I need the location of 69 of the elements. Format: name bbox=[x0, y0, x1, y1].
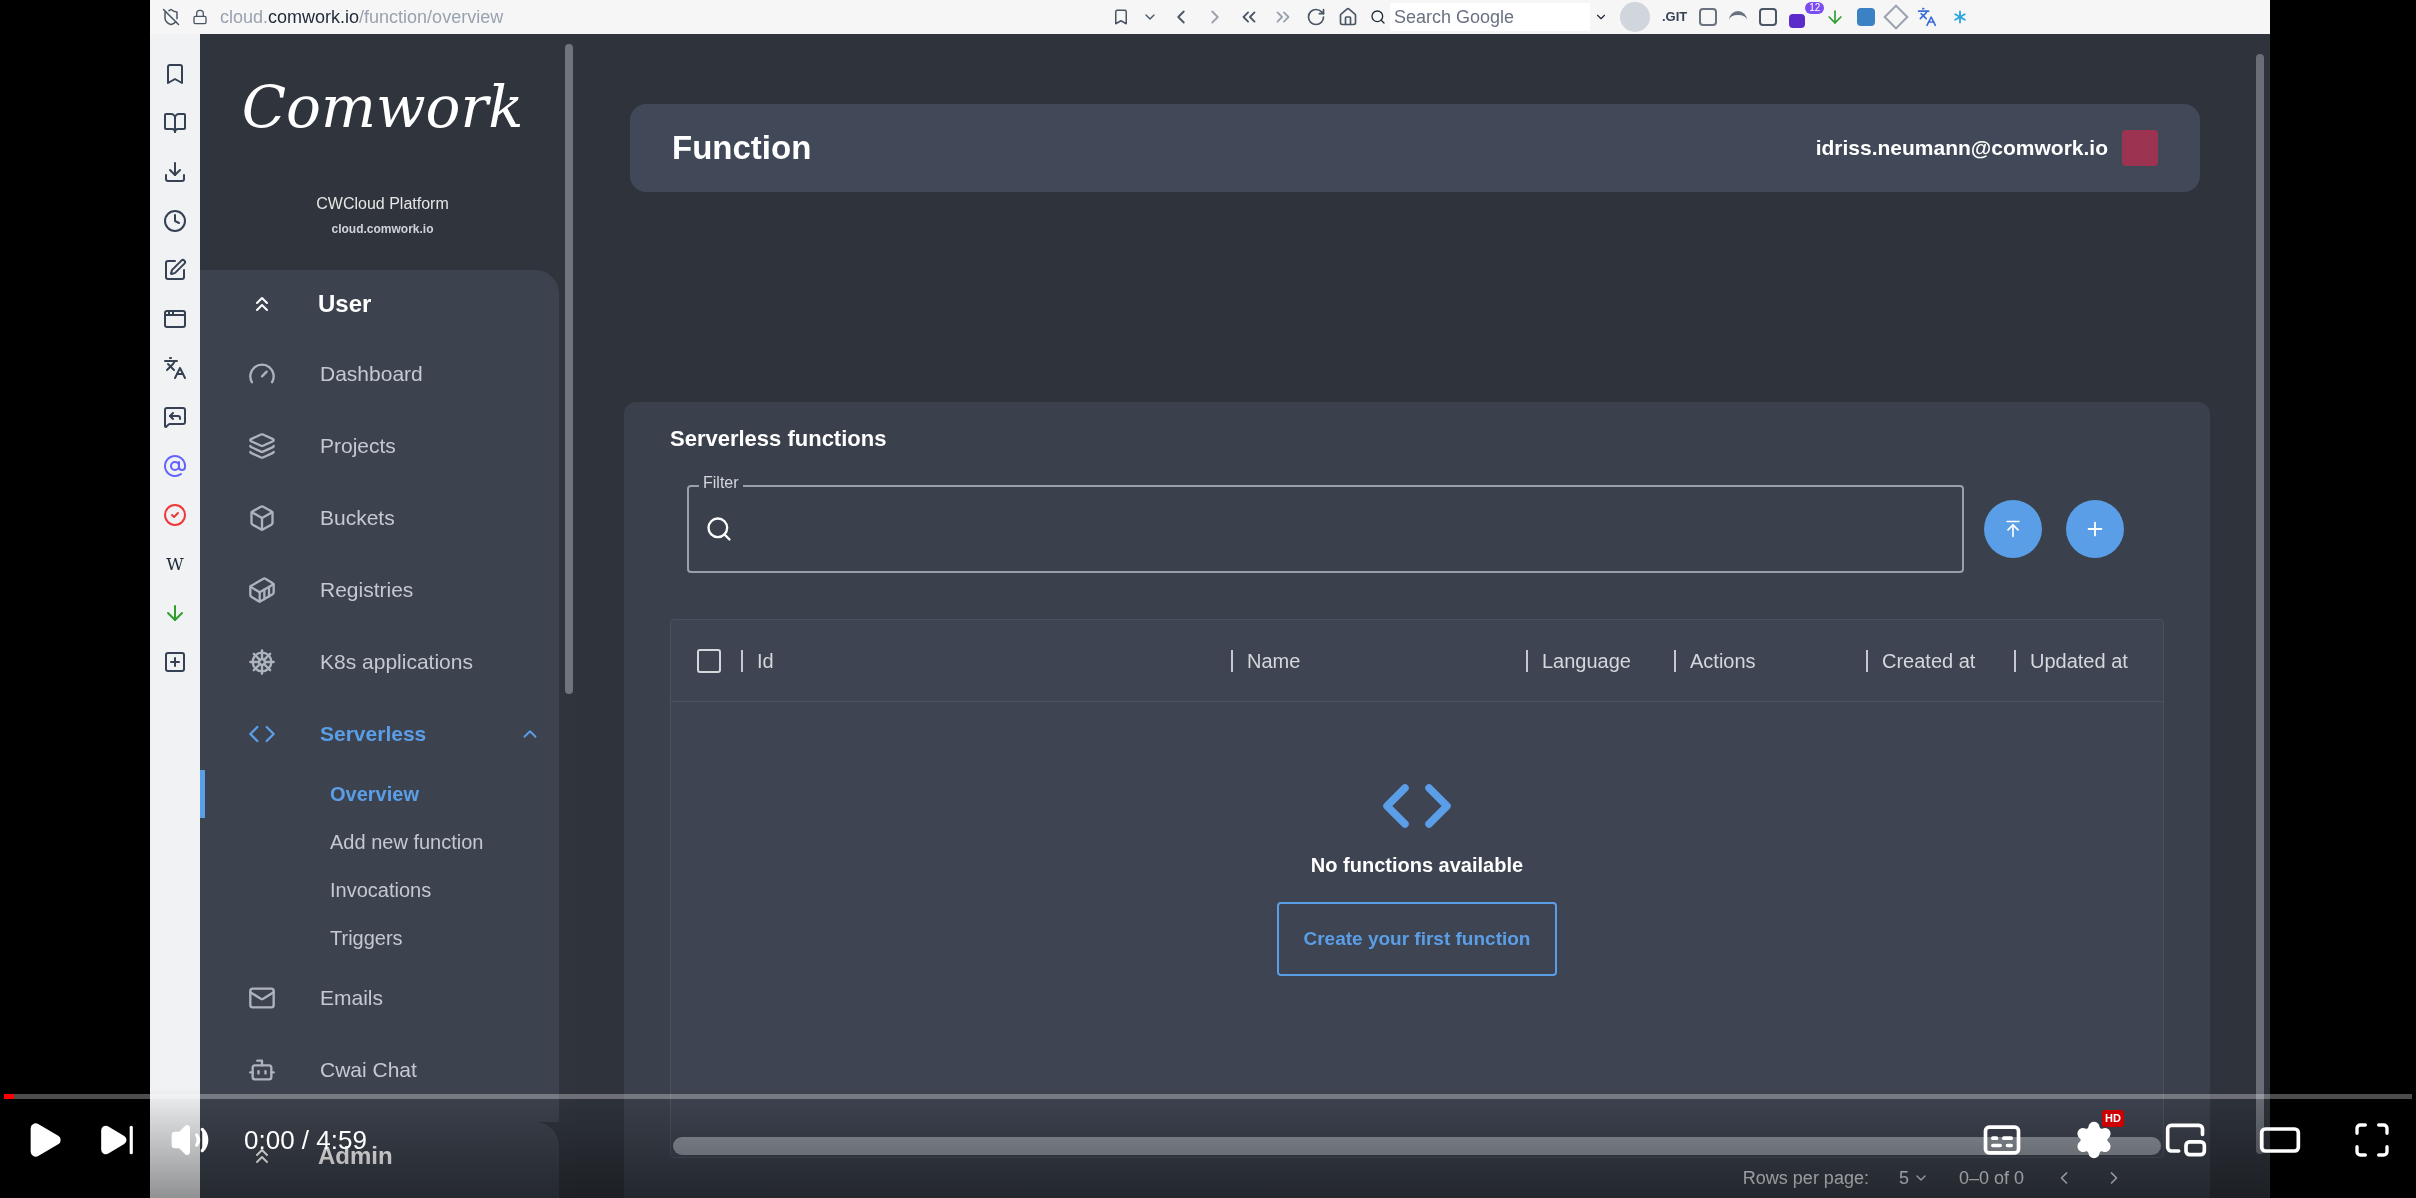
chat-icon[interactable] bbox=[163, 405, 187, 429]
column-header[interactable]: Name bbox=[1247, 645, 1301, 676]
column-header[interactable]: Id bbox=[757, 645, 774, 676]
user-email: idriss.neumann@comwork.io bbox=[1815, 135, 2108, 162]
clock-icon[interactable] bbox=[163, 209, 187, 233]
download-icon[interactable] bbox=[163, 160, 187, 184]
import-button[interactable] bbox=[1984, 500, 2042, 558]
translate-icon[interactable] bbox=[1917, 7, 1938, 27]
pagination-range: 0–0 of 0 bbox=[1958, 1166, 2024, 1190]
rows-per-page-label: Rows per page: bbox=[1742, 1166, 1869, 1190]
extension-badge: 12 bbox=[1805, 2, 1825, 14]
nav-item[interactable]: K8s applications bbox=[200, 626, 559, 698]
add-icon[interactable] bbox=[163, 650, 187, 674]
extension-icon[interactable] bbox=[1857, 8, 1876, 26]
layers-icon bbox=[248, 432, 276, 460]
translate-icon[interactable] bbox=[163, 356, 187, 380]
search-field[interactable]: Search Google bbox=[1390, 3, 1590, 31]
nav-item[interactable]: Dashboard bbox=[200, 338, 559, 410]
select-all-checkbox[interactable] bbox=[697, 648, 721, 673]
platform-name: CWCloud Platform bbox=[316, 194, 449, 214]
rows-per-page-select[interactable]: 5 bbox=[1898, 1164, 1929, 1192]
column-header[interactable]: Language bbox=[1542, 645, 1631, 676]
search-icon bbox=[705, 515, 733, 543]
nav-subitem[interactable]: Triggers bbox=[330, 923, 403, 953]
card-title: Serverless functions bbox=[670, 425, 888, 453]
settings-icon[interactable] bbox=[2074, 1120, 2114, 1160]
column-header[interactable]: Updated at bbox=[2030, 645, 2128, 676]
empty-message: No functions available bbox=[1310, 853, 1524, 878]
nav-item[interactable]: Projects bbox=[200, 410, 559, 482]
extension-icon[interactable] bbox=[1759, 8, 1778, 26]
nav-item[interactable]: Registries bbox=[200, 554, 559, 626]
shield-icon[interactable] bbox=[162, 8, 180, 26]
book-icon[interactable] bbox=[163, 111, 187, 135]
video-progress-track[interactable] bbox=[4, 1094, 2412, 1099]
nav-subitem[interactable]: Add new function bbox=[330, 827, 484, 857]
logo: Comwork bbox=[241, 78, 524, 136]
add-button[interactable] bbox=[2066, 500, 2124, 558]
hd-badge: HD bbox=[2102, 1110, 2124, 1127]
nav-subitem[interactable]: Overview bbox=[330, 779, 419, 809]
extension-icon[interactable] bbox=[1699, 8, 1718, 26]
fullscreen-icon[interactable] bbox=[2352, 1120, 2392, 1160]
wheel-icon bbox=[248, 648, 276, 676]
page-title: Function bbox=[672, 128, 812, 169]
nav-item[interactable]: Cwai Chat bbox=[200, 1034, 559, 1106]
mastodon-icon[interactable] bbox=[163, 454, 187, 478]
address-bar-url[interactable]: cloud.comwork.io/function/overview bbox=[220, 3, 1100, 31]
cube-icon bbox=[248, 504, 276, 532]
reload-icon[interactable] bbox=[1306, 7, 1326, 27]
nav-subitem[interactable]: Invocations bbox=[330, 875, 432, 905]
vivaldi-icon[interactable] bbox=[163, 503, 187, 527]
lock-icon bbox=[192, 9, 208, 25]
create-function-button[interactable]: Create your first function bbox=[1277, 902, 1557, 976]
platform-domain: cloud.comwork.io bbox=[331, 221, 434, 238]
section-title[interactable]: User bbox=[318, 290, 372, 318]
column-header[interactable]: Created at bbox=[1882, 645, 1976, 676]
nav-item[interactable]: Emails bbox=[200, 962, 559, 1034]
nav-item[interactable]: Buckets bbox=[200, 482, 559, 554]
window-icon[interactable] bbox=[163, 307, 187, 331]
wikipedia-icon[interactable]: W bbox=[166, 552, 184, 576]
home-icon[interactable] bbox=[1338, 7, 1358, 27]
upload-icon bbox=[2003, 519, 2023, 539]
container-icon bbox=[248, 576, 276, 604]
column-header[interactable]: Actions bbox=[1690, 645, 1756, 676]
extension-icon[interactable] bbox=[1789, 14, 1806, 28]
extension-label[interactable]: .GIT bbox=[1662, 7, 1688, 27]
pencil-icon[interactable] bbox=[163, 258, 187, 282]
bookmark-icon[interactable] bbox=[1112, 8, 1130, 26]
search-icon bbox=[1370, 9, 1386, 25]
nav-item[interactable]: Serverless bbox=[200, 698, 559, 770]
